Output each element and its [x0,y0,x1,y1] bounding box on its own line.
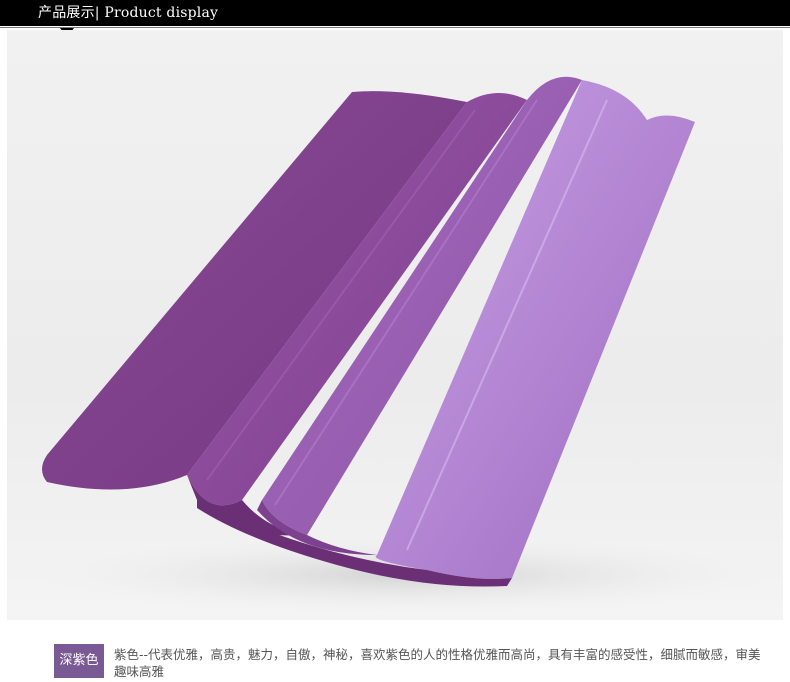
product-photo [7,30,783,620]
header-divider [0,27,790,28]
caption-area: 深紫色 紫色--代表优雅，高贵，魅力，自傲，神秘，喜欢紫色的人的性格优雅而高尚，… [0,620,790,682]
color-description: 紫色--代表优雅，高贵，魅力，自傲，神秘，喜欢紫色的人的性格优雅而高尚，具有丰富… [114,647,761,679]
product-display-page: 产品展示| Product display 深紫色 紫色--代表优雅，高贵，魅力… [0,0,790,682]
yoga-mat-photo [37,76,777,613]
color-badge: 深紫色 [54,644,104,678]
section-header-bar: 产品展示| Product display [0,0,790,26]
section-title: 产品展示| Product display [38,5,219,21]
